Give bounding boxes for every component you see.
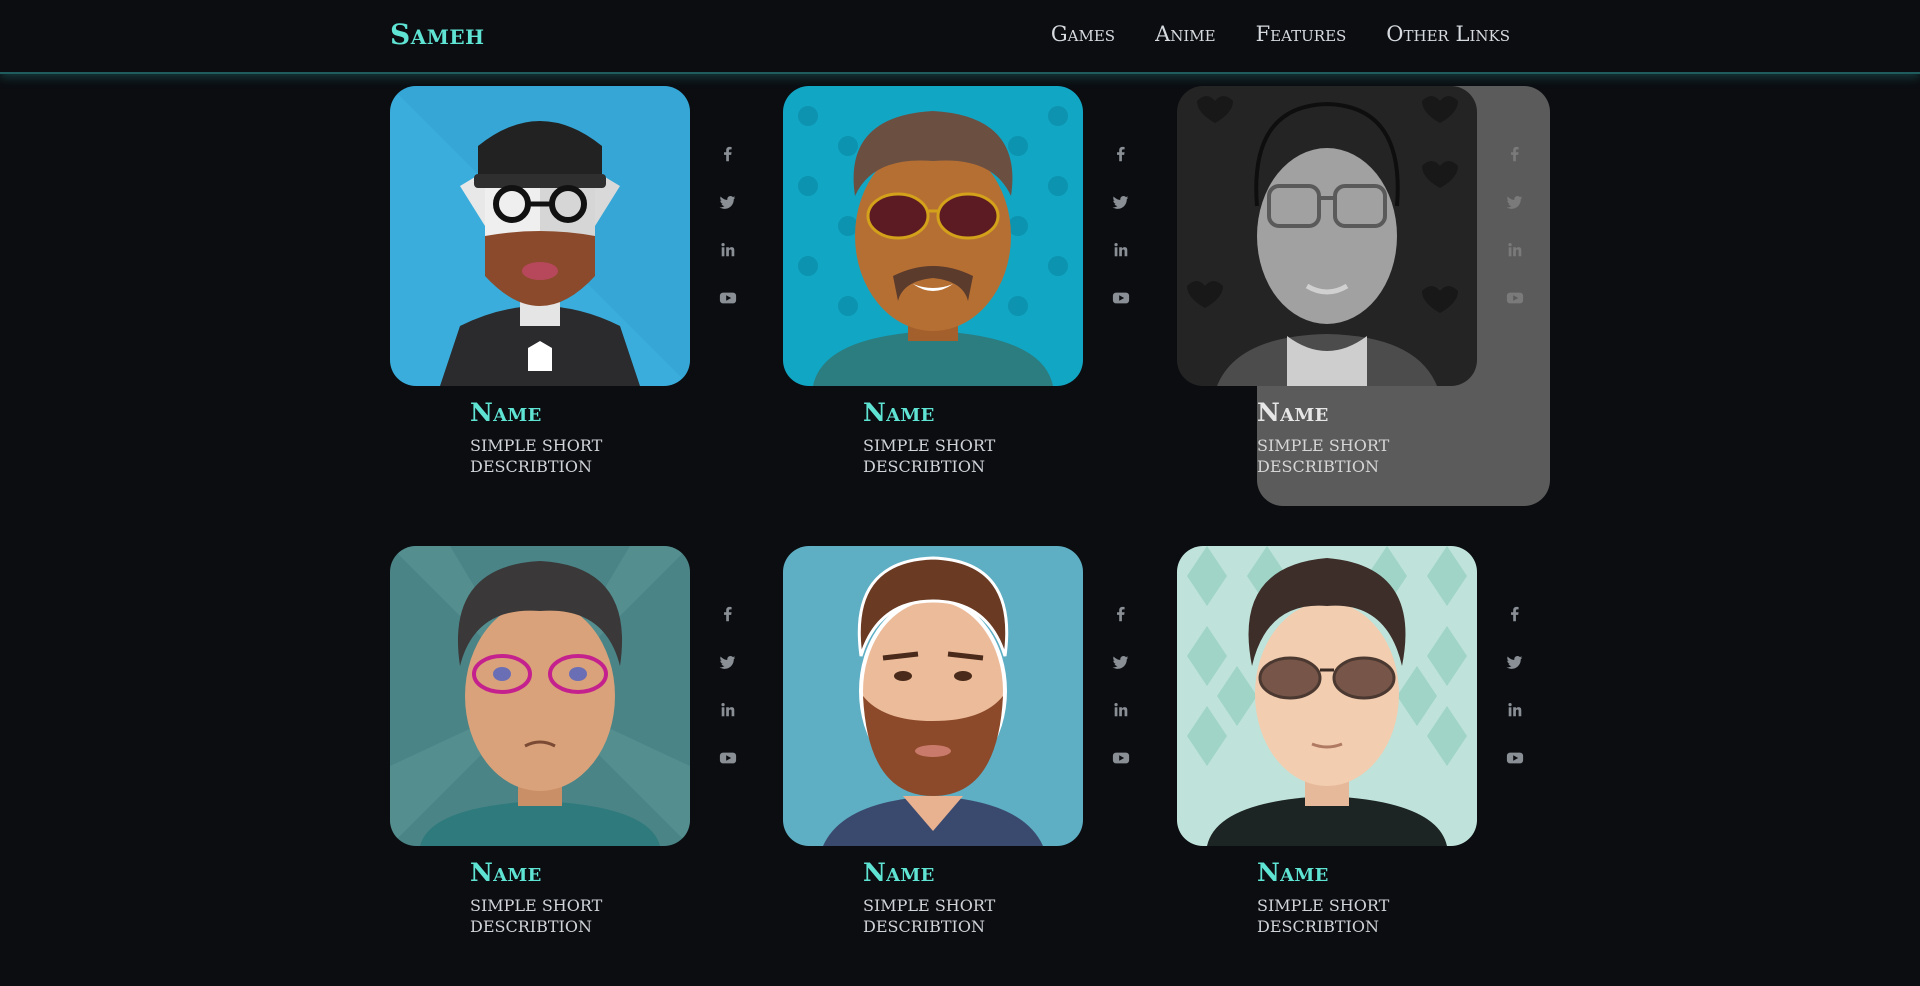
card-name: Name xyxy=(470,398,542,427)
twitter-icon[interactable] xyxy=(714,652,742,672)
avatar xyxy=(783,546,1083,846)
linkedin-icon[interactable] xyxy=(1501,700,1529,720)
nav-link-games[interactable]: Games xyxy=(1051,22,1115,46)
brand-logo[interactable]: Sameh xyxy=(390,18,485,51)
card-info: Name simple short describtion xyxy=(1257,858,1517,937)
pink-glasses-man-avatar-image xyxy=(390,546,690,846)
twitter-icon[interactable] xyxy=(1501,192,1529,212)
facebook-icon[interactable] xyxy=(1107,604,1135,624)
card-name: Name xyxy=(863,858,935,887)
bearded-beanie-man-avatar-image xyxy=(390,86,690,386)
bearded-man-avatar-image xyxy=(783,546,1083,846)
card-description: simple short describtion xyxy=(1257,436,1390,476)
facebook-icon[interactable] xyxy=(1501,144,1529,164)
card-description: simple short describtion xyxy=(470,436,603,476)
team-card[interactable]: Name simple short describtion xyxy=(1177,546,1557,986)
nav-links: Games Anime Features Other Links xyxy=(1051,22,1510,46)
card-info: Name simple short describtion xyxy=(470,858,730,937)
facebook-icon[interactable] xyxy=(1107,144,1135,164)
avatar xyxy=(390,86,690,386)
mustache-sunglasses-man-avatar-image xyxy=(783,86,1083,386)
linkedin-icon[interactable] xyxy=(714,700,742,720)
card-info: Name simple short describtion xyxy=(470,398,730,477)
youtube-icon[interactable] xyxy=(714,748,742,768)
avatar xyxy=(390,546,690,846)
youtube-icon[interactable] xyxy=(1501,748,1529,768)
team-card[interactable]: Name simple short describtion xyxy=(1177,86,1557,526)
facebook-icon[interactable] xyxy=(1501,604,1529,624)
avatar xyxy=(1177,86,1477,386)
team-card[interactable]: Name simple short describtion xyxy=(390,86,770,526)
card-info: Name simple short describtion xyxy=(863,858,1123,937)
linkedin-icon[interactable] xyxy=(1107,240,1135,260)
card-description: simple short describtion xyxy=(1257,896,1390,936)
youtube-icon[interactable] xyxy=(1501,288,1529,308)
social-links xyxy=(714,144,742,336)
social-links xyxy=(1107,144,1135,336)
nav-link-features[interactable]: Features xyxy=(1256,22,1347,46)
youtube-icon[interactable] xyxy=(1107,748,1135,768)
twitter-icon[interactable] xyxy=(1107,652,1135,672)
avatar xyxy=(783,86,1083,386)
nav-link-anime[interactable]: Anime xyxy=(1155,22,1216,46)
facebook-icon[interactable] xyxy=(714,604,742,624)
card-name: Name xyxy=(1257,858,1329,887)
social-links xyxy=(1107,604,1135,796)
card-description: simple short describtion xyxy=(863,896,996,936)
youtube-icon[interactable] xyxy=(714,288,742,308)
linkedin-icon[interactable] xyxy=(1107,700,1135,720)
nav-link-other-links[interactable]: Other Links xyxy=(1386,22,1510,46)
facebook-icon[interactable] xyxy=(714,144,742,164)
social-links xyxy=(714,604,742,796)
youtube-icon[interactable] xyxy=(1107,288,1135,308)
card-name: Name xyxy=(863,398,935,427)
card-info: Name simple short describtion xyxy=(863,398,1123,477)
card-name: Name xyxy=(470,858,542,887)
social-links xyxy=(1501,144,1529,336)
twitter-icon[interactable] xyxy=(714,192,742,212)
avatar xyxy=(1177,546,1477,846)
team-card[interactable]: Name simple short describtion xyxy=(783,86,1163,526)
social-links xyxy=(1501,604,1529,796)
twitter-icon[interactable] xyxy=(1501,652,1529,672)
linkedin-icon[interactable] xyxy=(1501,240,1529,260)
glasses-man-avatar-image xyxy=(1177,86,1477,386)
linkedin-icon[interactable] xyxy=(714,240,742,260)
team-card[interactable]: Name simple short describtion xyxy=(390,546,770,986)
card-info: Name simple short describtion xyxy=(1257,398,1517,477)
twitter-icon[interactable] xyxy=(1107,192,1135,212)
card-name: Name xyxy=(1257,398,1329,427)
card-description: simple short describtion xyxy=(470,896,603,936)
team-card[interactable]: Name simple short describtion xyxy=(783,546,1163,986)
aviator-glasses-man-avatar-image xyxy=(1177,546,1477,846)
navbar: Sameh Games Anime Features Other Links xyxy=(0,0,1920,74)
card-description: simple short describtion xyxy=(863,436,996,476)
